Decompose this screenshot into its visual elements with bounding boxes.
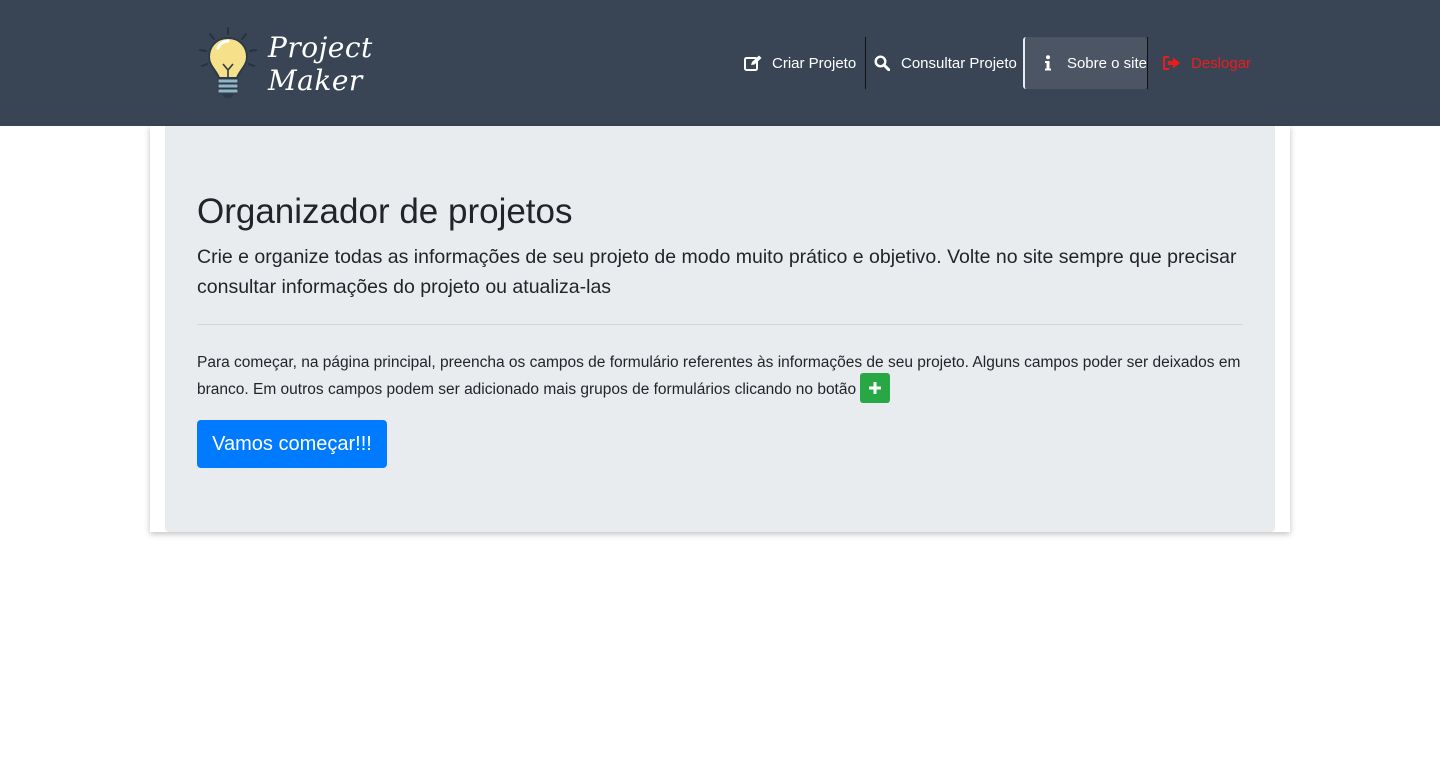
divider — [197, 324, 1243, 325]
instructions-text: Para começar, na página principal, preen… — [197, 350, 1243, 405]
nav-criar-projeto[interactable]: Criar Projeto — [744, 37, 856, 89]
jumbotron: Organizador de projetos Crie e organize … — [165, 126, 1275, 532]
lightbulb-icon — [199, 27, 257, 98]
nav-consultar-label: Consultar Projeto — [901, 54, 1017, 72]
edit-icon — [744, 54, 762, 72]
nav-divider — [865, 37, 866, 89]
brand-line-2: Maker — [268, 64, 363, 97]
navbar: Project Maker Criar Projeto Consultar Pr… — [0, 0, 1440, 126]
nav-sobre-label: Sobre o site — [1066, 54, 1147, 72]
plus-icon — [860, 373, 891, 403]
nav-sobre-o-site[interactable]: Sobre o site — [1023, 37, 1147, 89]
vamos-comecar-button[interactable]: Vamos começar!!! — [197, 420, 387, 468]
brand-logo-link[interactable]: Project Maker — [196, 24, 386, 104]
nav-consultar-projeto[interactable]: Consultar Projeto — [873, 37, 1017, 89]
lead-text: Crie e organize todas as informações de … — [197, 246, 1237, 298]
page-title: Organizador de projetos — [197, 192, 573, 231]
instructions-body: Para começar, na página principal, preen… — [197, 354, 1241, 399]
brand-line-1: Project — [268, 31, 373, 64]
brand-name: Project Maker — [268, 31, 373, 97]
main-container: Organizador de projetos Crie e organize … — [150, 126, 1290, 532]
nav-divider — [1147, 37, 1148, 89]
nav-deslogar[interactable]: Deslogar — [1163, 37, 1251, 89]
search-icon — [873, 54, 891, 72]
sign-out-icon — [1163, 54, 1181, 72]
nav-criar-label: Criar Projeto — [772, 54, 857, 72]
info-icon — [1039, 54, 1057, 72]
nav-deslogar-label: Deslogar — [1191, 54, 1252, 72]
